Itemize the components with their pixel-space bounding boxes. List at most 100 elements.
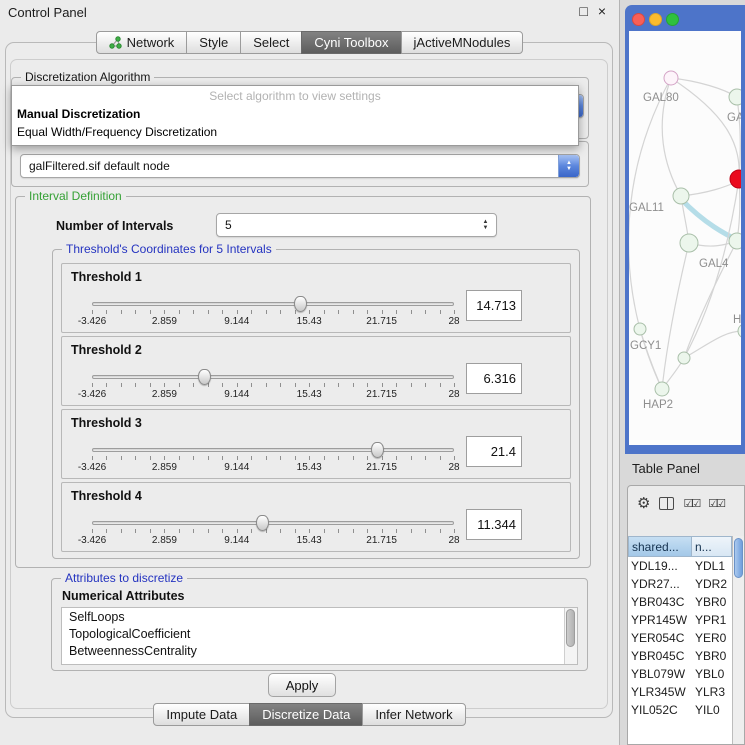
table-panel-window: ⚙ ☑ ☑ ☑ ☑ shared... n... YDL19...YDL1YDR… <box>627 485 745 745</box>
slider-track[interactable] <box>92 302 454 306</box>
attribute-list-item[interactable]: BetweennessCentrality <box>62 642 577 659</box>
network-node-label: GAL80 <box>643 92 679 104</box>
table-row[interactable]: YIL052CYIL0 <box>628 701 732 719</box>
threshold-slider[interactable]: -3.4262.8599.14415.4321.71528 <box>92 294 454 332</box>
number-of-intervals-label: Number of Intervals <box>56 219 173 233</box>
table-data-combobox[interactable]: galFiltered.sif default node ▲ ▼ <box>20 154 580 178</box>
table-data-combobox-value: galFiltered.sif default node <box>21 155 558 177</box>
close-traffic-icon[interactable] <box>632 13 645 26</box>
scrollbar-thumb[interactable] <box>566 609 575 647</box>
network-node[interactable] <box>730 170 741 188</box>
network-canvas[interactable]: GAL80GAGAL11GAL4GCY1HAP2H <box>629 31 741 445</box>
tab-style[interactable]: Style <box>186 31 241 54</box>
select-all-icon[interactable]: ☑ ☑ <box>683 497 699 510</box>
numerical-attributes-list[interactable]: SelfLoopsTopologicalCoefficientBetweenne… <box>61 607 578 665</box>
tab-cyni-toolbox[interactable]: Cyni Toolbox <box>301 31 401 54</box>
slider-scale-label: -3.426 <box>78 389 106 400</box>
threshold-block: Threshold 3 -3.4262.8599.14415.4321.7152… <box>61 409 571 479</box>
attributes-to-discretize-group: Attributes to discretize Numerical Attri… <box>51 578 588 671</box>
table-cell: YIL0 <box>692 701 732 719</box>
table-row[interactable]: YDL19...YDL1 <box>628 557 732 575</box>
dropdown-option-equal-width-frequency[interactable]: Equal Width/Frequency Discretization <box>12 123 578 141</box>
tab-impute-data[interactable]: Impute Data <box>153 703 250 726</box>
gear-icon[interactable]: ⚙ <box>637 496 650 511</box>
tab-discretize-data[interactable]: Discretize Data <box>249 703 363 726</box>
tab-network[interactable]: Network <box>96 31 188 54</box>
checkbox-icon: ☑ <box>691 497 699 510</box>
table-cell: YDL19... <box>628 557 692 575</box>
dropdown-option-manual-discretization[interactable]: Manual Discretization <box>12 105 578 123</box>
window-controls: □ × <box>579 3 606 19</box>
slider-scale-label: -3.426 <box>78 462 106 473</box>
network-canvas-svg[interactable]: GAL80GAGAL11GAL4GCY1HAP2H <box>629 31 741 445</box>
arrow-down-icon: ▼ <box>483 226 489 231</box>
attribute-list-item[interactable]: SelfLoops <box>62 608 577 625</box>
table-row[interactable]: YPR145WYPR1 <box>628 611 732 629</box>
table-row[interactable]: YBR045CYBR0 <box>628 647 732 665</box>
checkbox-icon: ☑ <box>716 497 724 510</box>
threshold-slider[interactable]: -3.4262.8599.14415.4321.71528 <box>92 440 454 478</box>
network-node[interactable] <box>738 324 741 338</box>
threshold-value-box[interactable]: 6.316 <box>466 363 522 394</box>
slider-track[interactable] <box>92 521 454 525</box>
slider-scale-label: -3.426 <box>78 535 106 546</box>
table-row[interactable]: YBR043CYBR0 <box>628 593 732 611</box>
list-scrollbar[interactable] <box>564 608 577 664</box>
numerical-attributes-label: Numerical Attributes <box>62 589 184 603</box>
attribute-list-item[interactable]: TopologicalCoefficient <box>62 625 577 642</box>
threshold-value-box[interactable]: 11.344 <box>466 509 522 540</box>
slider-track[interactable] <box>92 448 454 452</box>
network-node[interactable] <box>634 323 646 335</box>
table-cell: YLR3 <box>692 683 732 701</box>
network-node[interactable] <box>729 89 741 105</box>
slider-thumb[interactable] <box>198 369 211 385</box>
close-icon[interactable]: × <box>598 3 606 19</box>
zoom-traffic-icon[interactable] <box>666 13 679 26</box>
threshold-value-box[interactable]: 14.713 <box>466 290 522 321</box>
network-node-label: H <box>733 314 741 326</box>
slider-thumb[interactable] <box>256 515 269 531</box>
threshold-slider[interactable]: -3.4262.8599.14415.4321.71528 <box>92 367 454 405</box>
network-node[interactable] <box>680 234 698 252</box>
network-node[interactable] <box>664 71 678 85</box>
network-node[interactable] <box>673 188 689 204</box>
slider-scale-label: 9.144 <box>224 389 249 400</box>
network-node[interactable] <box>729 233 741 249</box>
tab-infer-network[interactable]: Infer Network <box>362 703 465 726</box>
tab-label: jActiveMNodules <box>414 35 511 50</box>
table-row[interactable]: YDR27...YDR2 <box>628 575 732 593</box>
float-icon[interactable]: □ <box>579 3 587 19</box>
minimize-traffic-icon[interactable] <box>649 13 662 26</box>
slider-scale-label: 9.144 <box>224 535 249 546</box>
network-node[interactable] <box>655 382 669 396</box>
cyni-toolbox-panel: Discretization Algorithm ▲ ▼ Select algo… <box>5 42 613 718</box>
dropdown-placeholder: Select algorithm to view settings <box>12 86 578 105</box>
slider-scale: -3.4262.8599.14415.4321.71528 <box>92 462 454 474</box>
scrollbar-thumb[interactable] <box>734 538 743 578</box>
column-header-shared-name[interactable]: shared... <box>628 536 692 557</box>
thresholds-coordinates-group: Threshold's Coordinates for 5 Intervals … <box>52 249 580 559</box>
checkbox-icon: ☑ <box>708 497 716 510</box>
table-row[interactable]: YBL079WYBL0 <box>628 665 732 683</box>
table-row[interactable]: YLR345WYLR3 <box>628 683 732 701</box>
apply-button[interactable]: Apply <box>268 673 336 697</box>
tab-jactivemnodules[interactable]: jActiveMNodules <box>401 31 524 54</box>
group-label: Threshold's Coordinates for 5 Intervals <box>62 242 276 256</box>
slider-scale-label: 21.715 <box>366 462 397 473</box>
columns-icon[interactable] <box>659 497 674 510</box>
threshold-value-box[interactable]: 21.4 <box>466 436 522 467</box>
spinner-arrows-icon[interactable]: ▲ ▼ <box>475 214 496 236</box>
unselect-all-icon[interactable]: ☑ ☑ <box>708 497 724 510</box>
tab-label: Discretize Data <box>262 707 350 722</box>
column-header-name[interactable]: n... <box>692 536 732 557</box>
threshold-slider[interactable]: -3.4262.8599.14415.4321.71528 <box>92 513 454 551</box>
number-of-intervals-spinner[interactable]: 5 ▲ ▼ <box>216 213 497 237</box>
table-scrollbar[interactable] <box>732 536 744 744</box>
network-node[interactable] <box>678 352 690 364</box>
right-side: GAL80GAGAL11GAL4GCY1HAP2H Table Panel ⚙ … <box>620 0 745 745</box>
slider-track[interactable] <box>92 375 454 379</box>
group-label: Interval Definition <box>25 189 126 203</box>
threshold-label: Threshold 2 <box>71 343 142 357</box>
table-row[interactable]: YER054CYER0 <box>628 629 732 647</box>
tab-select[interactable]: Select <box>240 31 302 54</box>
